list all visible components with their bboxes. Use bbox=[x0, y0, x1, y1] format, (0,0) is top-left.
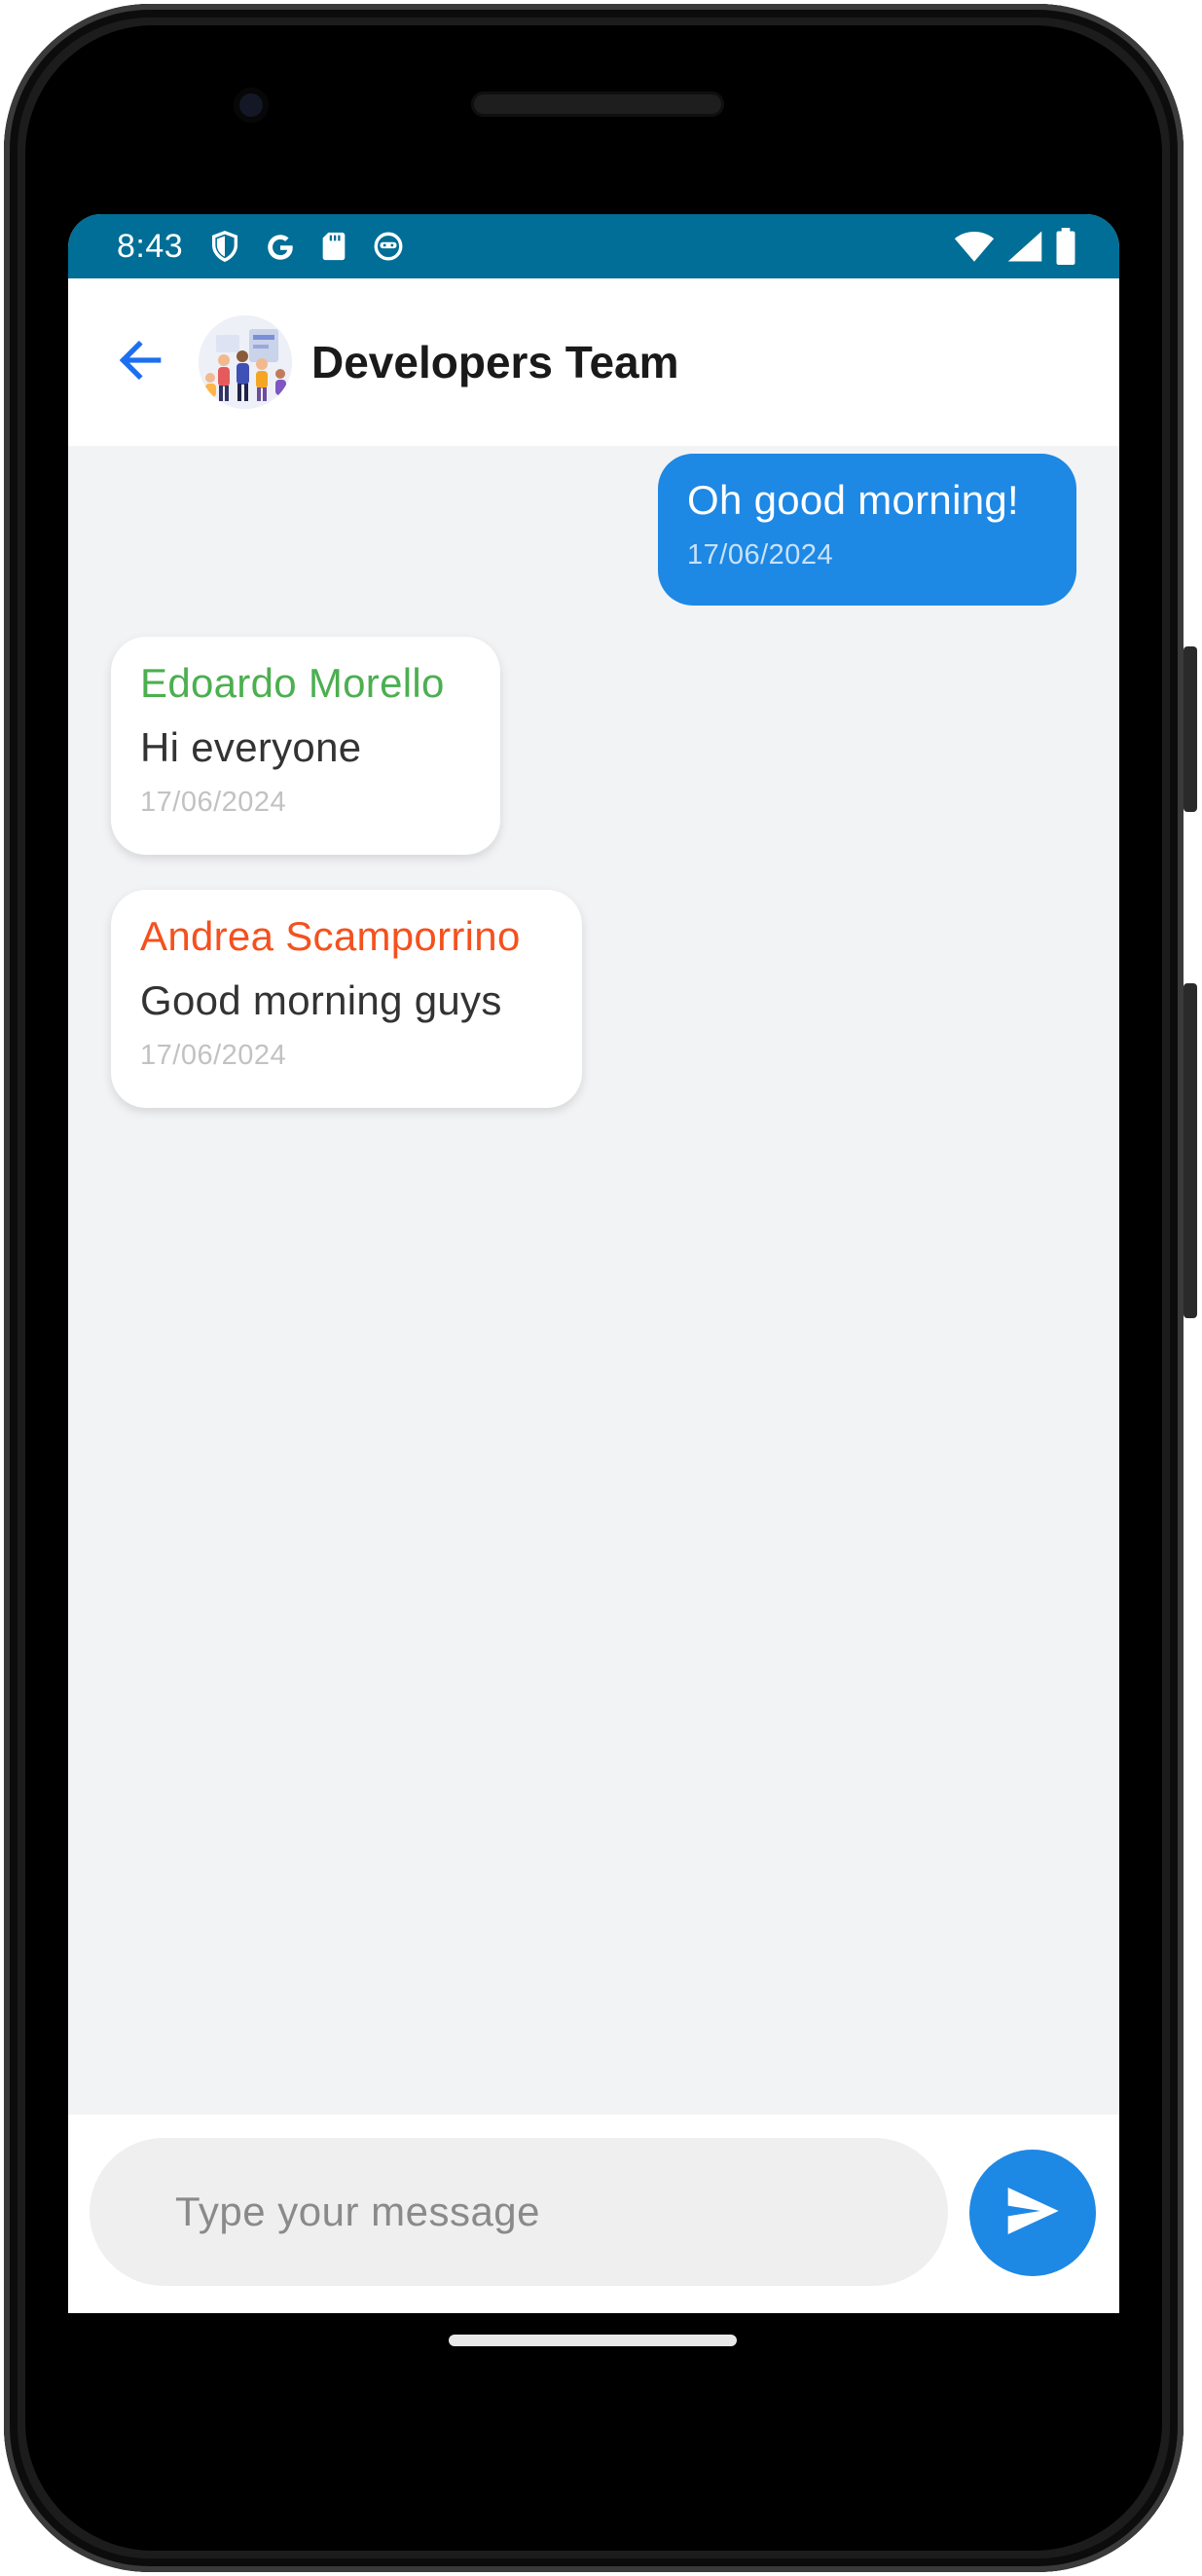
group-illustration-avatar bbox=[199, 315, 292, 409]
status-bar: 8:43 bbox=[68, 214, 1119, 278]
message-bubble-incoming[interactable]: Edoardo Morello Hi everyone 17/06/2024 bbox=[111, 637, 500, 855]
power-button bbox=[1184, 983, 1197, 1318]
group-avatar[interactable] bbox=[199, 315, 292, 409]
shield-icon bbox=[208, 230, 241, 263]
back-button[interactable] bbox=[111, 333, 169, 391]
sender-name: Edoardo Morello bbox=[140, 660, 445, 706]
message-bubble-outgoing[interactable]: Oh good morning! 17/06/2024 bbox=[658, 454, 1076, 606]
message-text: Hi everyone bbox=[140, 724, 362, 770]
bug-face-icon bbox=[372, 230, 405, 263]
chat-header: Developers Team bbox=[68, 278, 1119, 446]
composer-bar bbox=[68, 2115, 1119, 2313]
message-text: Oh good morning! bbox=[687, 477, 1020, 523]
app-screen: 8:43 Developers Team Oh good morning! 17… bbox=[68, 214, 1119, 2313]
send-icon bbox=[1002, 2180, 1064, 2247]
message-timestamp: 17/06/2024 bbox=[140, 787, 287, 818]
status-time: 8:43 bbox=[117, 227, 184, 265]
message-timestamp: 17/06/2024 bbox=[140, 1040, 287, 1071]
sd-card-icon bbox=[317, 230, 350, 263]
volume-button bbox=[1184, 646, 1197, 812]
wifi-icon bbox=[954, 229, 995, 269]
google-g-icon bbox=[263, 230, 296, 263]
home-indicator[interactable] bbox=[449, 2335, 737, 2346]
message-text: Good morning guys bbox=[140, 977, 502, 1023]
battery-icon bbox=[1055, 228, 1076, 270]
cell-signal-icon bbox=[1006, 229, 1043, 269]
earpiece-speaker bbox=[471, 92, 724, 117]
message-input[interactable] bbox=[90, 2138, 948, 2286]
front-camera bbox=[234, 88, 269, 123]
send-button[interactable] bbox=[969, 2150, 1096, 2276]
message-list[interactable]: Oh good morning! 17/06/2024 Edoardo More… bbox=[68, 446, 1119, 2140]
sender-name: Andrea Scamporrino bbox=[140, 913, 521, 959]
message-bubble-incoming[interactable]: Andrea Scamporrino Good morning guys 17/… bbox=[111, 890, 582, 1108]
arrow-left-icon bbox=[113, 333, 167, 392]
chat-title: Developers Team bbox=[311, 337, 679, 387]
message-timestamp: 17/06/2024 bbox=[687, 539, 834, 570]
